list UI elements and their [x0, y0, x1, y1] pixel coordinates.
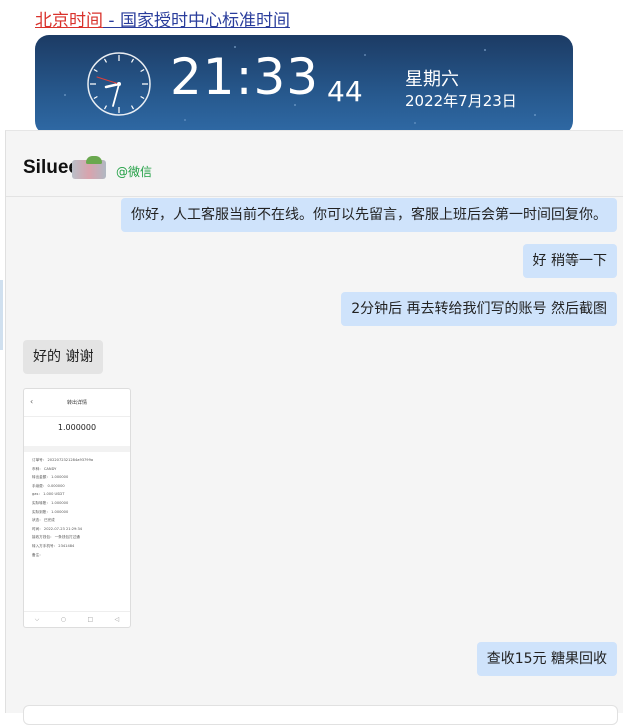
image-separator [24, 446, 130, 452]
message-input-box[interactable] [23, 705, 618, 725]
image-header: ‹ 转出详情 [24, 389, 130, 417]
image-detail-row: 实际转账： 1.000000 [32, 500, 69, 505]
image-amount: 1.000000 [57, 423, 97, 432]
contact-source-tag: @微信 [116, 165, 153, 179]
message-bubble-outgoing: 好 稍等一下 [522, 244, 617, 278]
ntsc-standard-time-link[interactable]: - 国家授时中心标准时间 [103, 11, 290, 31]
image-detail-row: 手续费： 0.000000 [32, 483, 65, 488]
phone-nav-bar: ⌵ ○ □ ◁ [24, 611, 130, 627]
page-heading-link[interactable]: 北京时间 - 国家授时中心标准时间 [35, 6, 290, 31]
clock-banner: 21:33 44 星期六 2022年7月23日 [35, 35, 573, 135]
image-detail-row: 订单号： 2022072321284a93799a [32, 458, 94, 462]
image-detail-row: 转出金额： 1.000000 [32, 475, 69, 480]
nav-square-icon: □ [87, 616, 94, 623]
nav-home-icon: ○ [60, 616, 67, 623]
digital-seconds: 44 [327, 75, 363, 108]
image-detail-row: 备注： [32, 552, 43, 557]
image-detail-row: 时间： 2022-07-23 21:29:34 [32, 526, 83, 531]
date-label: 2022年7月23日 [405, 92, 517, 110]
digital-time: 21:33 [170, 48, 320, 106]
image-detail-row: 状态： 已完成 [32, 518, 55, 523]
beijing-time-link[interactable]: 北京时间 [35, 11, 103, 31]
leaf-emoji-icon [86, 156, 102, 164]
image-detail-row: 转入方手机号： 2341484 [32, 543, 75, 548]
image-detail-row: 币种： CANDY [32, 466, 57, 471]
image-detail-list: 订单号： 2022072321284a93799a 币种： CANDY 转出金额… [24, 456, 130, 559]
message-bubble-outgoing: 你好，人工客服当前不在线。你可以先留言，客服上班后会第一时间回复你。 [121, 198, 617, 232]
message-bubble-outgoing: 查收15元 糖果回收 [476, 642, 617, 676]
image-detail-row: 实际到账： 1.000000 [32, 509, 69, 514]
message-bubble-incoming: 好的 谢谢 [23, 340, 104, 374]
contact-name: Siluee [23, 157, 79, 178]
message-bubble-outgoing: 2分钟后 再去转给我们写的账号 然后截图 [341, 292, 617, 326]
analog-clock-icon [87, 52, 151, 116]
panel-edge-marker [0, 280, 3, 350]
weekday-label: 星期六 [405, 69, 459, 90]
nav-back-icon: ◁ [114, 616, 120, 623]
image-title: 转出详情 [66, 400, 87, 406]
screenshot-image-message[interactable]: ‹ 转出详情 1.000000 订单号： 2022072321284a93799… [23, 388, 131, 628]
nav-menu-icon: ⌵ [34, 615, 40, 623]
image-detail-row: gas： 1.000 USDT [32, 492, 65, 497]
image-detail-row: 接收方钱包： 一条钱包打过通 [32, 535, 80, 540]
